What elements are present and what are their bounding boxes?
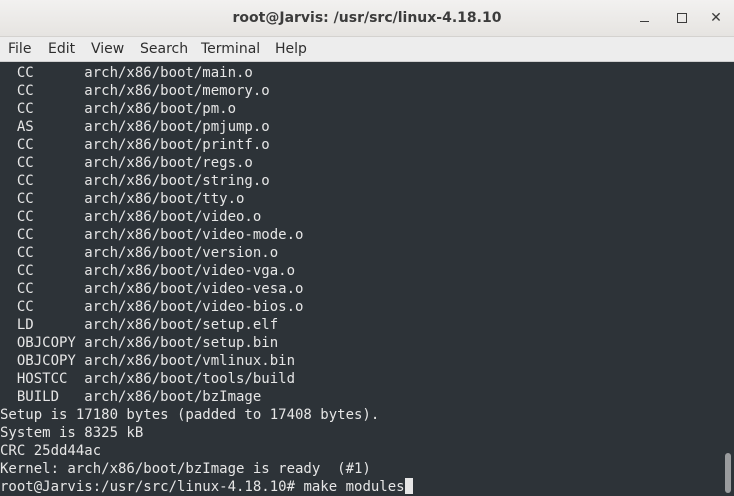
output-line: Kernel: arch/x86/boot/bzImage is ready (… <box>0 461 371 477</box>
terminal-window: root@Jarvis: /usr/src/linux-4.18.10 ✕ Fi… <box>0 0 734 496</box>
output-line: BUILD arch/x86/boot/bzImage <box>0 389 262 405</box>
close-button[interactable]: ✕ <box>703 6 729 30</box>
output-line: CC arch/x86/boot/video-bios.o <box>0 299 304 315</box>
output-line: CRC 25dd44ac <box>0 443 102 459</box>
menu-bar: File Edit View Search Terminal Help <box>0 37 734 62</box>
output-line: CC arch/x86/boot/memory.o <box>0 83 270 99</box>
output-line: HOSTCC arch/x86/boot/tools/build <box>0 371 296 387</box>
command-line[interactable]: root@Jarvis:/usr/src/linux-4.18.10# make… <box>0 478 413 496</box>
menu-view[interactable]: View <box>89 37 126 62</box>
menu-terminal[interactable]: Terminal <box>199 37 262 62</box>
menu-search[interactable]: Search <box>138 37 190 62</box>
output-line: CC arch/x86/boot/printf.o <box>0 137 270 153</box>
output-line: CC arch/x86/boot/version.o <box>0 245 279 261</box>
terminal-output[interactable]: CC arch/x86/boot/main.o CC arch/x86/boot… <box>0 62 722 496</box>
output-line: LD arch/x86/boot/setup.elf <box>0 317 279 333</box>
output-line: CC arch/x86/boot/regs.o <box>0 155 253 171</box>
output-line: AS arch/x86/boot/pmjump.o <box>0 119 270 135</box>
output-line: CC arch/x86/boot/string.o <box>0 173 270 189</box>
minimize-button[interactable] <box>631 6 657 30</box>
scrollbar-thumb[interactable] <box>725 453 731 493</box>
output-line: CC arch/x86/boot/video-mode.o <box>0 227 304 243</box>
output-line: CC arch/x86/boot/tty.o <box>0 191 245 207</box>
output-line: OBJCOPY arch/x86/boot/vmlinux.bin <box>0 353 296 369</box>
output-line: CC arch/x86/boot/pm.o <box>0 101 237 117</box>
output-line: OBJCOPY arch/x86/boot/setup.bin <box>0 335 279 351</box>
command-input[interactable]: make modules <box>295 479 404 495</box>
output-line: CC arch/x86/boot/video-vesa.o <box>0 281 304 297</box>
window-title: root@Jarvis: /usr/src/linux-4.18.10 <box>232 10 502 26</box>
scrollbar[interactable] <box>722 62 734 496</box>
output-line: CC arch/x86/boot/main.o <box>0 65 253 81</box>
output-line: CC arch/x86/boot/video-vga.o <box>0 263 296 279</box>
output-line: System is 8325 kB <box>0 425 144 441</box>
shell-prompt: root@Jarvis:/usr/src/linux-4.18.10# <box>0 479 296 495</box>
menu-help[interactable]: Help <box>273 37 309 62</box>
text-cursor <box>404 478 413 494</box>
menu-file[interactable]: File <box>6 37 33 62</box>
maximize-icon <box>677 13 687 23</box>
menu-edit[interactable]: Edit <box>46 37 77 62</box>
close-icon: ✕ <box>710 10 722 26</box>
minimize-icon <box>639 20 649 22</box>
maximize-button[interactable] <box>669 6 695 30</box>
output-line: Setup is 17180 bytes (padded to 17408 by… <box>0 407 380 423</box>
title-bar[interactable]: root@Jarvis: /usr/src/linux-4.18.10 ✕ <box>0 0 734 37</box>
output-line: CC arch/x86/boot/video.o <box>0 209 262 225</box>
